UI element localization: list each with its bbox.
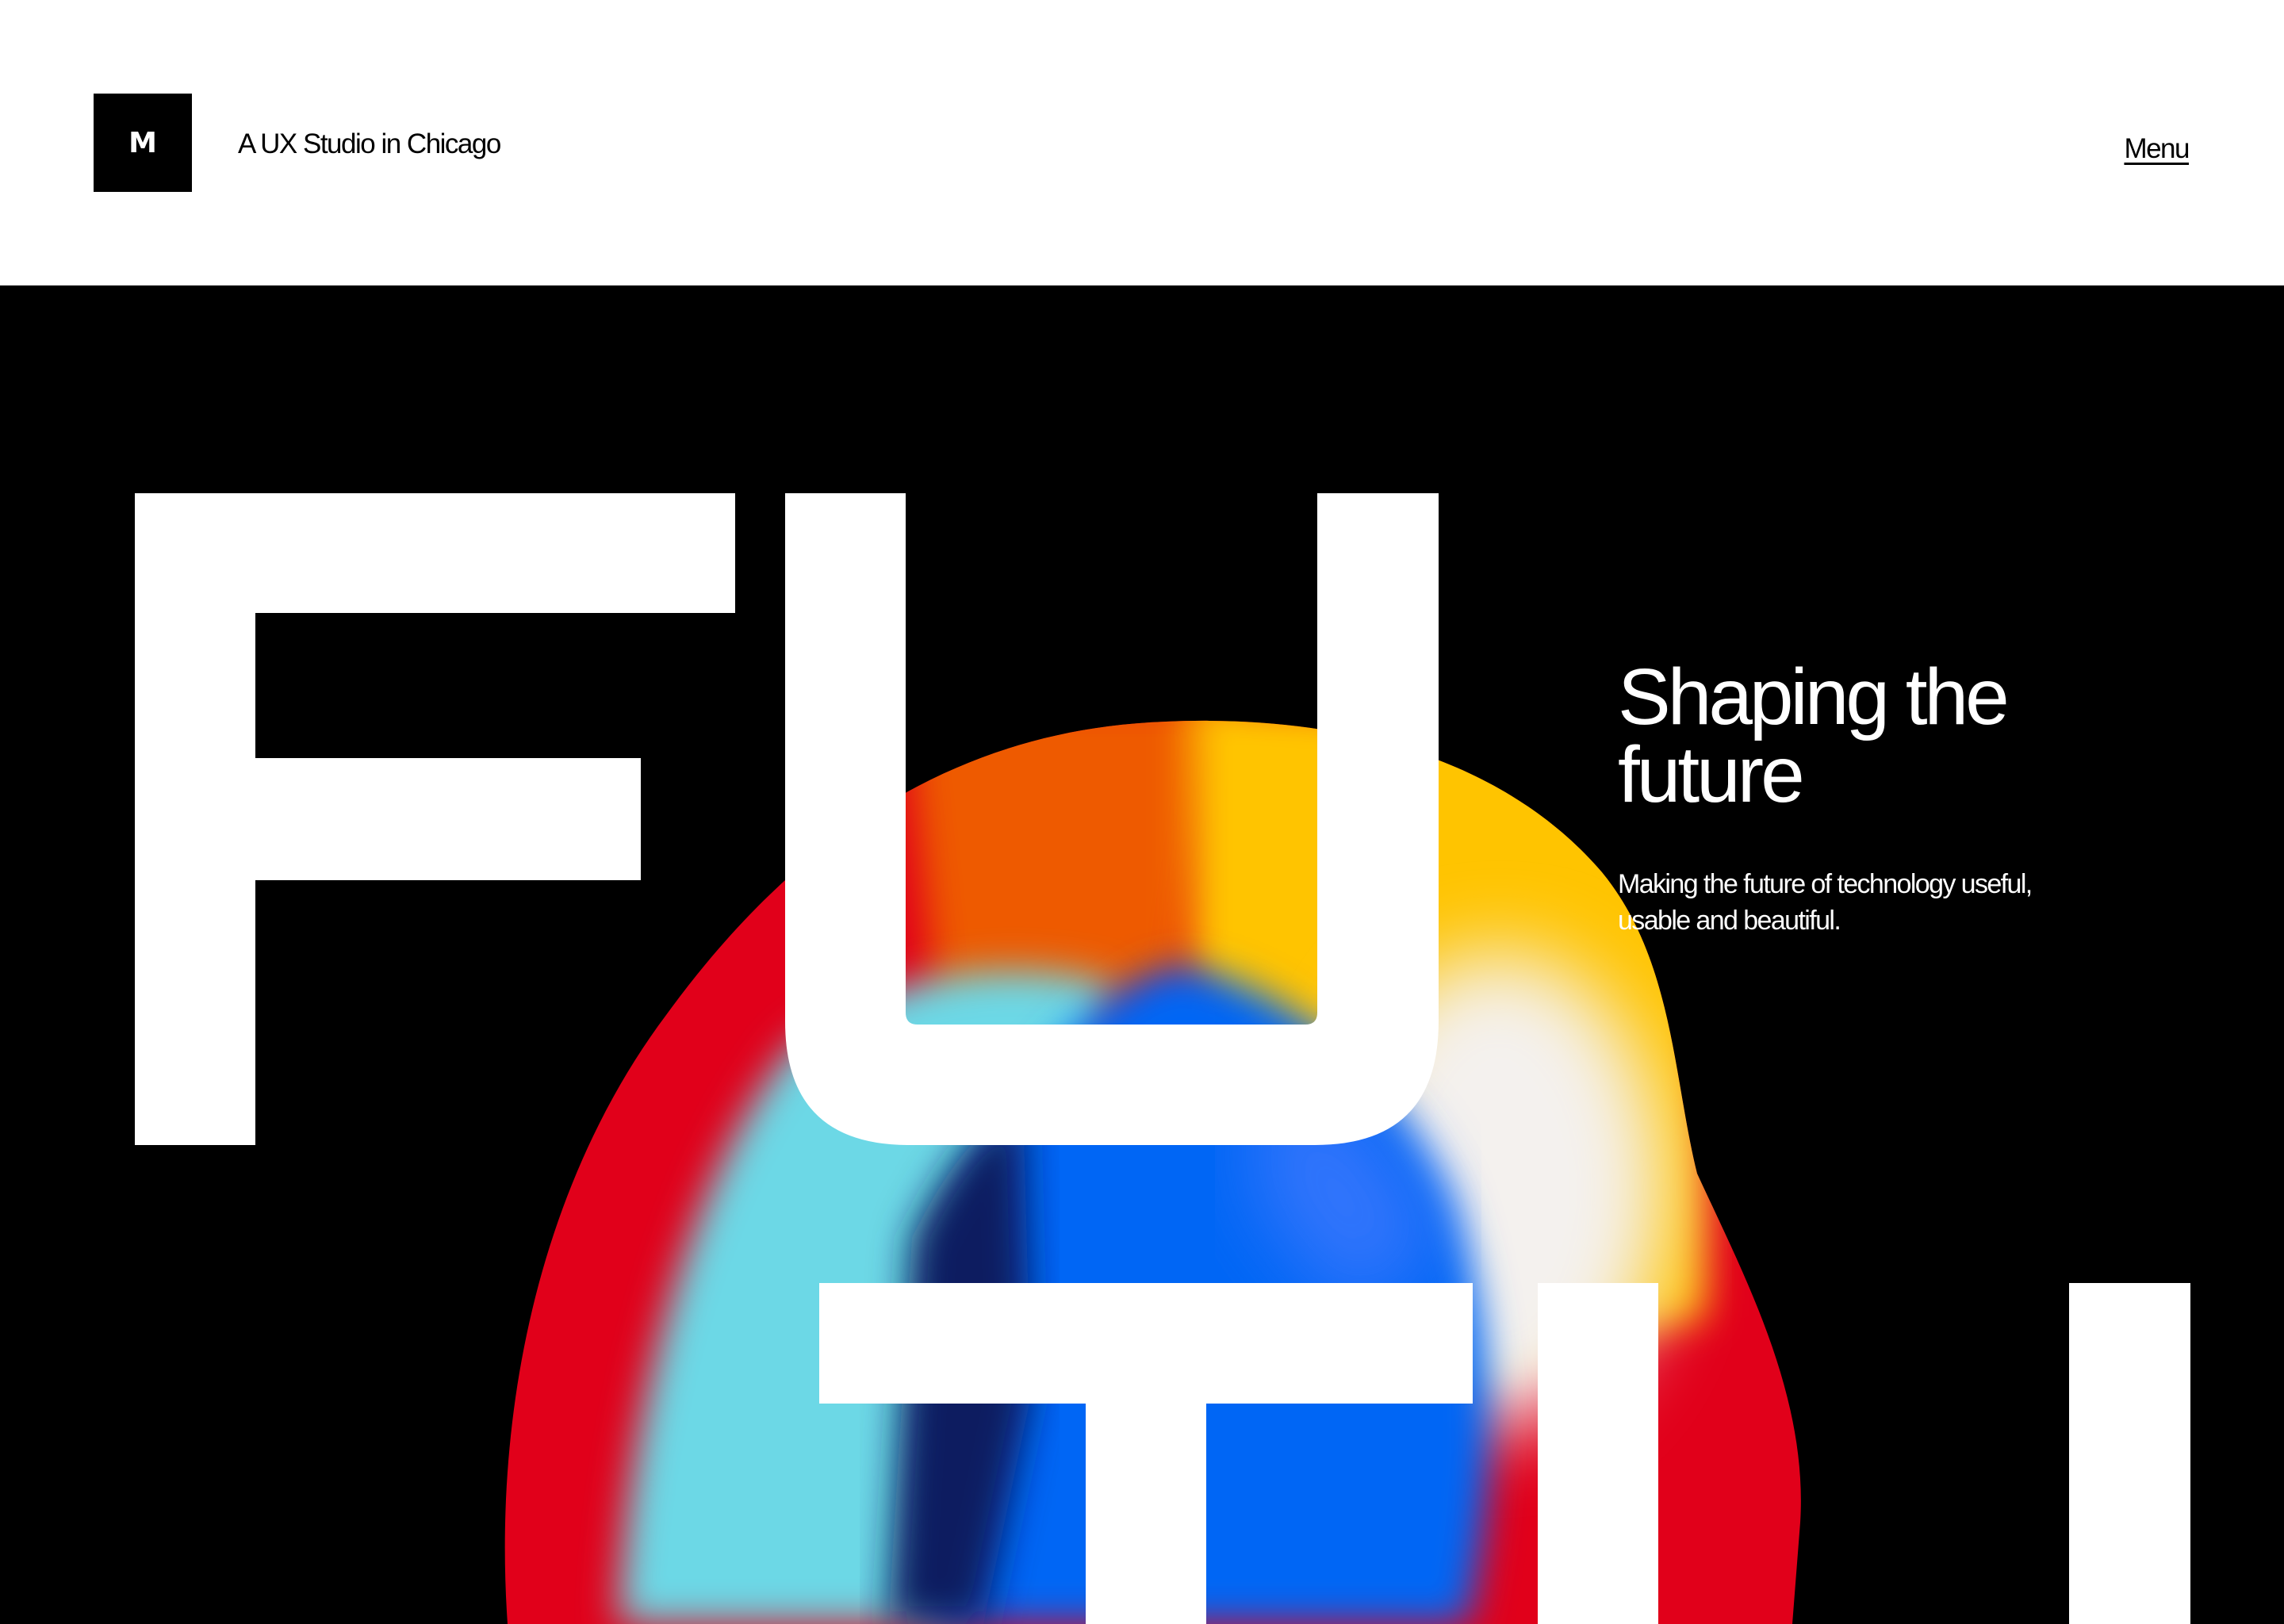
logo-mark[interactable]: M xyxy=(94,94,192,192)
big-futu-lettering xyxy=(135,493,2190,1624)
hero-heading: Shaping the future xyxy=(1618,653,2010,819)
letter-u2-right-stem xyxy=(2069,1283,2190,1624)
hero-description: Making the future of technology useful, … xyxy=(1618,869,2033,936)
hero-section: Shaping the future Making the future of … xyxy=(0,285,2284,1624)
letter-f xyxy=(135,493,735,1145)
menu-link[interactable]: Menu xyxy=(2124,132,2190,167)
letter-t xyxy=(819,1283,1473,1624)
hero-copy: Shaping the future Making the future of … xyxy=(1618,653,2125,939)
logo-letter: M xyxy=(128,126,157,159)
studio-tagline: A UX Studio in Chicago xyxy=(238,128,501,159)
letter-u2-left-stem xyxy=(1538,1283,1658,1624)
site-header: M A UX Studio in Chicago Menu xyxy=(0,0,2284,285)
letter-u xyxy=(785,493,1439,1145)
